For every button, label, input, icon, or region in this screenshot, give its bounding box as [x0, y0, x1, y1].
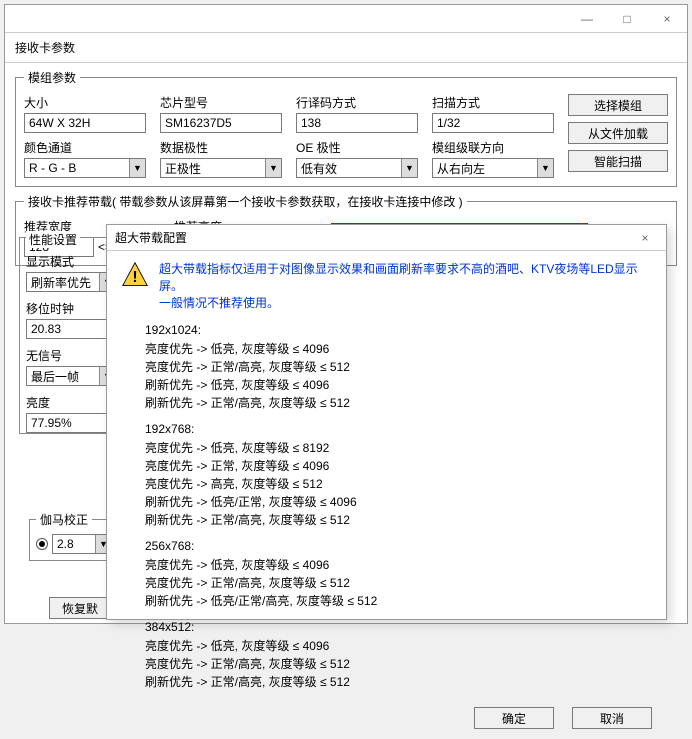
- cascade-combo[interactable]: 从右向左 ▼: [432, 158, 554, 178]
- smart-scan-button[interactable]: 智能扫描: [568, 150, 668, 172]
- recommended-legend: 接收卡推荐带载( 带载参数从该屏幕第一个接收卡参数获取，在接收卡连接中修改 ): [24, 193, 467, 210]
- oe-value: 低有效: [301, 160, 337, 177]
- color-label: 颜色通道: [24, 139, 146, 156]
- spec-resolution: 192x768:: [145, 420, 652, 438]
- nosignal-label: 无信号: [26, 347, 116, 364]
- display-mode-value: 刷新率优先: [31, 274, 91, 291]
- size-field: 大小: [24, 94, 146, 133]
- shift-input[interactable]: [26, 319, 116, 339]
- dialog-body: ! 超大带载指标仅适用于对图像显示效果和画面刷新率要求不高的酒吧、KTV夜场等L…: [107, 251, 666, 707]
- scan-input[interactable]: [432, 113, 554, 133]
- dialog-button-row: 确定 取消: [107, 707, 666, 739]
- spec-line: 亮度优先 -> 高亮, 灰度等级 ≤ 512: [145, 475, 652, 493]
- spec-line: 亮度优先 -> 低亮, 灰度等级 ≤ 4096: [145, 556, 652, 574]
- ok-button[interactable]: 确定: [474, 707, 554, 729]
- nosignal-value: 最后一帧: [31, 368, 79, 385]
- datapol-value: 正极性: [165, 160, 201, 177]
- spec-resolution: 384x512:: [145, 618, 652, 636]
- module-params-fieldset: 模组参数 大小 芯片型号 行译码方式 扫描方式 选择模组 从文件加载 智能扫描: [15, 69, 677, 187]
- window-controls: — □ ×: [567, 5, 687, 33]
- display-mode-label: 显示模式: [26, 253, 116, 270]
- spec-line: 刷新优先 -> 正常/高亮, 灰度等级 ≤ 512: [145, 511, 652, 529]
- huge-load-dialog: 超大带载配置 × ! 超大带载指标仅适用于对图像显示效果和画面刷新率要求不高的酒…: [106, 224, 667, 620]
- datapol-field: 数据极性 正极性 ▼: [160, 139, 282, 178]
- spec-block: 256x768:亮度优先 -> 低亮, 灰度等级 ≤ 4096亮度优先 -> 正…: [145, 537, 652, 610]
- main-titlebar: — □ ×: [5, 5, 687, 33]
- spec-block: 384x512:亮度优先 -> 低亮, 灰度等级 ≤ 4096亮度优先 -> 正…: [145, 618, 652, 691]
- right-button-column: 选择模组 从文件加载 智能扫描: [568, 94, 668, 172]
- decode-label: 行译码方式: [296, 94, 418, 111]
- size-label: 大小: [24, 94, 146, 111]
- datapol-combo[interactable]: 正极性 ▼: [160, 158, 282, 178]
- scan-field: 扫描方式: [432, 94, 554, 133]
- bright-input[interactable]: [26, 413, 116, 433]
- spec-line: 刷新优先 -> 低亮/正常, 灰度等级 ≤ 4096: [145, 493, 652, 511]
- decode-field: 行译码方式: [296, 94, 418, 133]
- chevron-down-icon: ▼: [537, 159, 553, 177]
- spec-line: 刷新优先 -> 低亮, 灰度等级 ≤ 4096: [145, 376, 652, 394]
- cascade-label: 模组级联方向: [432, 139, 554, 156]
- spec-line: 亮度优先 -> 低亮, 灰度等级 ≤ 8192: [145, 439, 652, 457]
- maximize-button[interactable]: □: [607, 5, 647, 33]
- spec-line: 刷新优先 -> 正常/高亮, 灰度等级 ≤ 512: [145, 673, 652, 691]
- cancel-button[interactable]: 取消: [572, 707, 652, 729]
- spec-line: 亮度优先 -> 正常/高亮, 灰度等级 ≤ 512: [145, 655, 652, 673]
- spec-line: 刷新优先 -> 正常/高亮, 灰度等级 ≤ 512: [145, 394, 652, 412]
- gamma-legend: 伽马校正: [36, 511, 92, 528]
- perf-fieldset: 性能设置 显示模式 刷新率优先 ▼ 移位时钟 无信号 最后一帧 ▼: [19, 237, 113, 434]
- size-input[interactable]: [24, 113, 146, 133]
- oe-label: OE 极性: [296, 139, 418, 156]
- decode-input[interactable]: [296, 113, 418, 133]
- spec-resolution: 256x768:: [145, 537, 652, 555]
- dialog-title: 超大带载配置: [115, 229, 187, 246]
- module-params-legend: 模组参数: [24, 69, 80, 86]
- chip-field: 芯片型号: [160, 94, 282, 133]
- select-module-button[interactable]: 选择模组: [568, 94, 668, 116]
- datapol-label: 数据极性: [160, 139, 282, 156]
- panel-title: 接收卡参数: [5, 33, 687, 63]
- color-combo[interactable]: R - G - B ▼: [24, 158, 146, 178]
- spec-block: 192x768:亮度优先 -> 低亮, 灰度等级 ≤ 8192亮度优先 -> 正…: [145, 420, 652, 529]
- chevron-down-icon: ▼: [129, 159, 145, 177]
- dialog-close-button[interactable]: ×: [630, 227, 660, 249]
- svg-text:!: !: [132, 269, 137, 286]
- gamma-radio[interactable]: [36, 538, 48, 550]
- spec-block: 192x1024:亮度优先 -> 低亮, 灰度等级 ≤ 4096亮度优先 -> …: [145, 321, 652, 412]
- cascade-value: 从右向左: [437, 160, 485, 177]
- warning-icon: !: [121, 261, 149, 292]
- shift-label: 移位时钟: [26, 300, 116, 317]
- dialog-titlebar: 超大带载配置 ×: [107, 225, 666, 251]
- spec-line: 刷新优先 -> 低亮/正常/高亮, 灰度等级 ≤ 512: [145, 592, 652, 610]
- spec-line: 亮度优先 -> 低亮, 灰度等级 ≤ 4096: [145, 340, 652, 358]
- bright-label: 亮度: [26, 394, 116, 411]
- close-button[interactable]: ×: [647, 5, 687, 33]
- spec-resolution: 192x1024:: [145, 321, 652, 339]
- color-value: R - G - B: [29, 161, 76, 175]
- minimize-button[interactable]: —: [567, 5, 607, 33]
- spec-line: 亮度优先 -> 正常, 灰度等级 ≤ 4096: [145, 457, 652, 475]
- chevron-down-icon: ▼: [401, 159, 417, 177]
- display-mode-combo[interactable]: 刷新率优先 ▼: [26, 272, 116, 292]
- spec-line: 亮度优先 -> 低亮, 灰度等级 ≤ 4096: [145, 637, 652, 655]
- scan-label: 扫描方式: [432, 94, 554, 111]
- oe-field: OE 极性 低有效 ▼: [296, 139, 418, 178]
- gamma-combo[interactable]: 2.8 ▼: [52, 534, 112, 554]
- chip-label: 芯片型号: [160, 94, 282, 111]
- gamma-value: 2.8: [57, 537, 74, 551]
- chip-input[interactable]: [160, 113, 282, 133]
- color-field: 颜色通道 R - G - B ▼: [24, 139, 146, 178]
- dialog-warning-text: 超大带载指标仅适用于对图像显示效果和画面刷新率要求不高的酒吧、KTV夜场等LED…: [159, 261, 652, 311]
- nosignal-combo[interactable]: 最后一帧 ▼: [26, 366, 116, 386]
- load-from-file-button[interactable]: 从文件加载: [568, 122, 668, 144]
- spec-line: 亮度优先 -> 正常/高亮, 灰度等级 ≤ 512: [145, 574, 652, 592]
- chevron-down-icon: ▼: [265, 159, 281, 177]
- cascade-field: 模组级联方向 从右向左 ▼: [432, 139, 554, 178]
- oe-combo[interactable]: 低有效 ▼: [296, 158, 418, 178]
- perf-legend: 性能设置: [26, 231, 80, 248]
- spec-line: 亮度优先 -> 正常/高亮, 灰度等级 ≤ 512: [145, 358, 652, 376]
- restore-defaults-button[interactable]: 恢复默: [49, 597, 111, 619]
